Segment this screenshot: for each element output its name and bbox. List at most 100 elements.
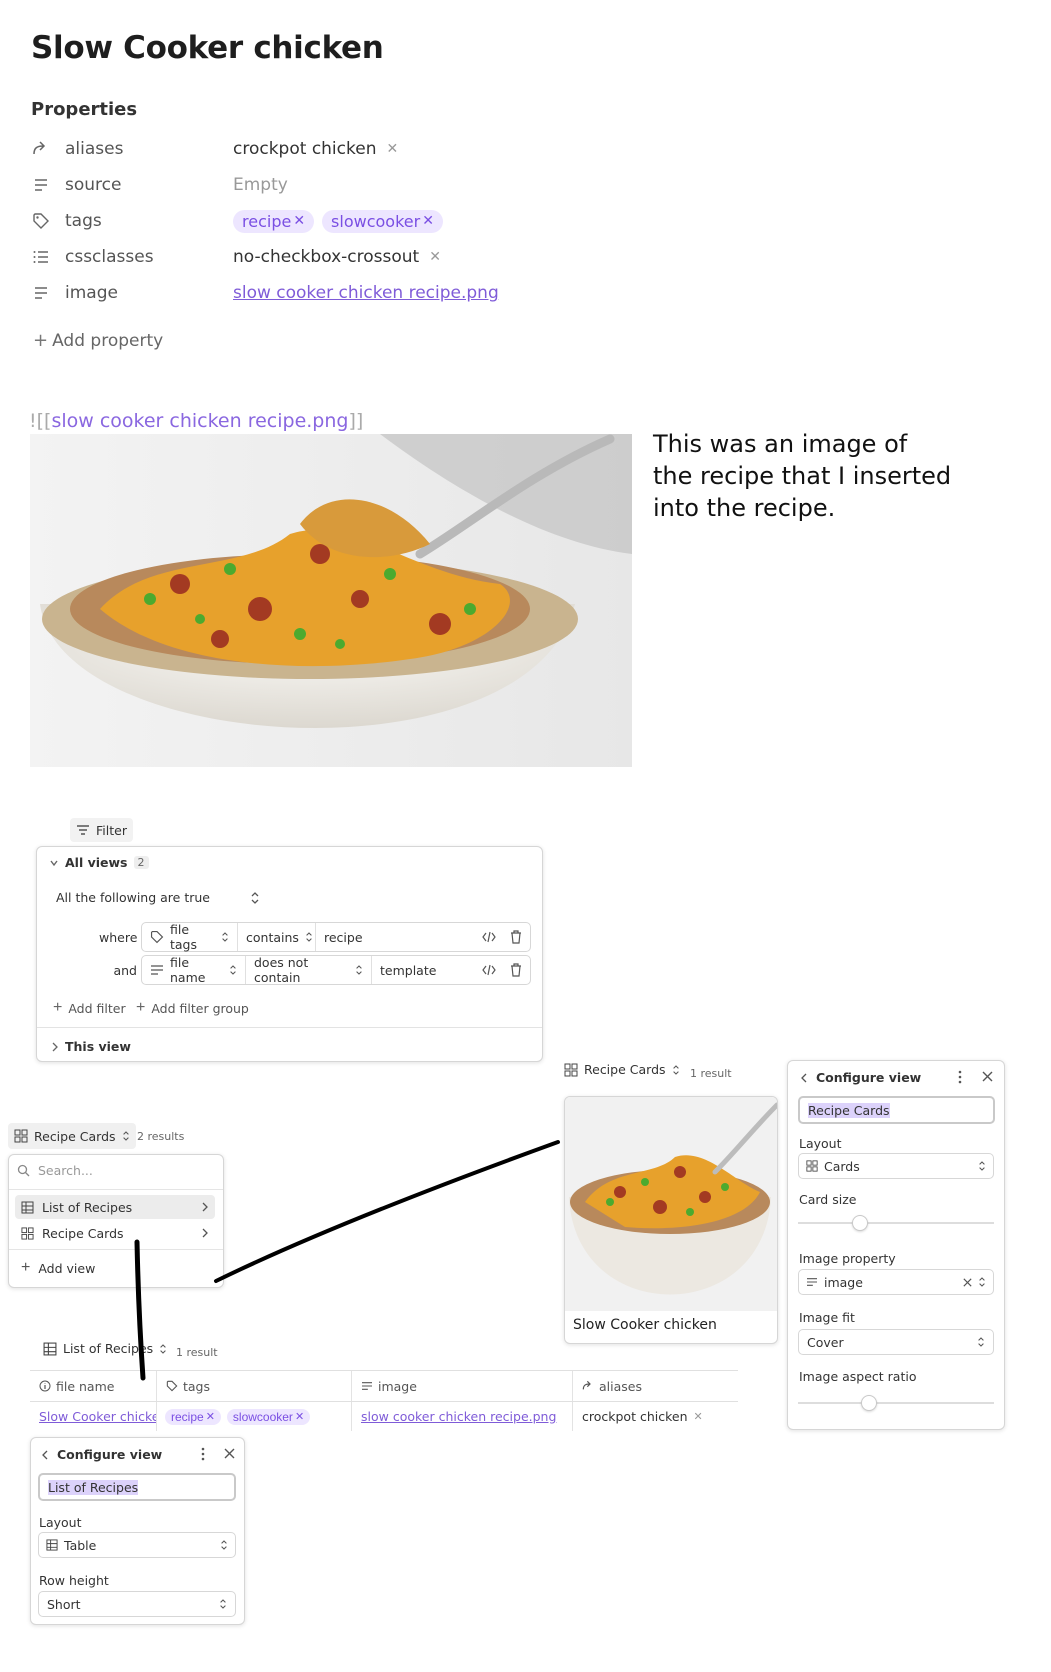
table-view-header[interactable]: List of Recipes [43, 1341, 167, 1356]
image-fit-select[interactable]: Cover [798, 1329, 994, 1355]
more-icon[interactable] [201, 1447, 205, 1461]
this-view-label: This view [65, 1039, 131, 1054]
add-filter-group-button[interactable]: + Add filter group [136, 999, 249, 1017]
property-tags[interactable]: tags recipe ✕ slowcooker ✕ [31, 208, 631, 234]
code-icon[interactable] [482, 931, 496, 943]
property-key: tags [65, 211, 102, 231]
plus-icon: + [136, 999, 146, 1016]
alias-value[interactable]: crockpot chicken [582, 1409, 688, 1424]
plus-icon: + [53, 999, 63, 1016]
rule-operator: does not contain [254, 955, 309, 985]
view-item-recipe-cards[interactable]: Recipe Cards [15, 1221, 215, 1245]
column-header[interactable]: image [352, 1371, 573, 1401]
this-view-toggle[interactable]: This view [51, 1039, 131, 1054]
row-height-select[interactable]: Short [38, 1591, 236, 1617]
column-header[interactable]: tags [157, 1371, 352, 1401]
card-size-slider[interactable] [798, 1213, 994, 1233]
remove-icon[interactable]: ✕ [386, 141, 398, 157]
tag-pill[interactable]: recipe ✕ [233, 209, 315, 233]
image-link[interactable]: slow cooker chicken recipe.png [361, 1409, 556, 1424]
rule-field-select[interactable]: file tags [142, 922, 238, 952]
tag-pill[interactable]: slowcooker ✕ [226, 1408, 311, 1425]
tag-pill[interactable]: slowcooker ✕ [322, 209, 443, 233]
view-name-input[interactable]: Recipe Cards [798, 1096, 995, 1124]
rule-operator-select[interactable]: does not contain [246, 955, 372, 985]
back-button[interactable]: Configure view [800, 1070, 921, 1085]
all-views-toggle[interactable]: All views 2 [49, 855, 149, 870]
trash-icon[interactable] [510, 963, 522, 977]
embed-prefix: ![[ [29, 410, 52, 432]
property-source[interactable]: source Empty [31, 172, 631, 198]
layout-select[interactable]: Cards [798, 1153, 994, 1179]
tag-pill[interactable]: recipe ✕ [165, 1408, 221, 1425]
recipe-image [30, 434, 632, 767]
column-header[interactable]: file name [30, 1371, 157, 1401]
code-icon[interactable] [482, 964, 496, 976]
slider-knob[interactable] [861, 1395, 877, 1411]
updown-chevron-icon [229, 964, 237, 976]
chevron-down-icon [49, 858, 59, 868]
image-fit-label: Image fit [799, 1310, 855, 1325]
cards-view-header[interactable]: Recipe Cards [564, 1062, 680, 1077]
column-label: aliases [599, 1378, 642, 1394]
tag-label: slowcooker [232, 1409, 293, 1424]
column-label: image [378, 1378, 417, 1394]
view-name-value: List of Recipes [48, 1479, 139, 1495]
add-filter-button[interactable]: + Add filter [53, 999, 126, 1017]
recipe-card[interactable]: Slow Cooker chicken [564, 1096, 778, 1344]
remove-icon[interactable]: ✕ [295, 1410, 304, 1423]
property-aliases[interactable]: aliases crockpot chicken ✕ [31, 136, 631, 162]
image-property-select[interactable]: image [798, 1269, 994, 1295]
trash-icon[interactable] [510, 930, 522, 944]
updown-chevron-icon [219, 1598, 227, 1610]
file-name-link[interactable]: Slow Cooker chicken [39, 1409, 156, 1424]
info-icon [39, 1380, 51, 1392]
clear-icon[interactable] [963, 1277, 972, 1287]
property-image[interactable]: image slow cooker chicken recipe.png [31, 280, 631, 306]
rule-operator-select[interactable]: contains [238, 923, 316, 951]
layout-select[interactable]: Table [38, 1532, 236, 1558]
rule-value-input[interactable]: recipe [316, 923, 474, 951]
alias-icon [582, 1380, 594, 1392]
updown-chevron-icon [355, 964, 363, 976]
slider-knob[interactable] [852, 1215, 868, 1231]
layout-label: Layout [799, 1136, 842, 1151]
property-value-empty[interactable]: Empty [233, 175, 288, 195]
rule-field-select[interactable]: file name [142, 955, 246, 985]
image-link[interactable]: slow cooker chicken recipe.png [233, 283, 499, 303]
column-header[interactable]: aliases [573, 1371, 738, 1401]
remove-icon[interactable]: ✕ [206, 1410, 215, 1423]
remove-icon[interactable]: ✕ [293, 213, 305, 229]
configure-view-panel-table: Configure view List of Recipes Layout Ta… [30, 1437, 245, 1625]
remove-icon[interactable]: ✕ [694, 1410, 703, 1423]
panel-title: Configure view [57, 1447, 163, 1462]
layout-value: Cards [824, 1158, 860, 1174]
alias-icon [31, 139, 51, 159]
more-icon[interactable] [958, 1070, 962, 1084]
view-search-input[interactable]: Search... [17, 1163, 93, 1178]
remove-icon[interactable]: ✕ [429, 249, 441, 265]
view-item-list-of-recipes[interactable]: List of Recipes [15, 1195, 215, 1219]
view-name-input[interactable]: List of Recipes [38, 1473, 236, 1501]
row-height-label: Row height [39, 1573, 109, 1588]
back-button[interactable]: Configure view [41, 1447, 162, 1462]
updown-chevron-icon [978, 1160, 986, 1172]
image-embed-syntax[interactable]: ![[slow cooker chicken recipe.png]] [29, 410, 363, 432]
property-cssclasses[interactable]: cssclasses no-checkbox-crossout ✕ [31, 244, 631, 270]
view-switcher-button[interactable]: Recipe Cards [8, 1123, 136, 1149]
add-view-button[interactable]: + Add view [21, 1259, 95, 1277]
filter-button[interactable]: Filter [70, 818, 133, 842]
property-value[interactable]: no-checkbox-crossout [233, 247, 419, 267]
rule-value-input[interactable]: template [372, 956, 474, 984]
filter-rule: file tags contains recipe [141, 922, 531, 952]
close-icon[interactable] [982, 1071, 993, 1082]
aspect-ratio-label: Image aspect ratio [799, 1369, 917, 1384]
table-icon [46, 1539, 58, 1551]
remove-icon[interactable]: ✕ [422, 213, 434, 229]
close-icon[interactable] [224, 1448, 235, 1459]
property-value[interactable]: crockpot chicken [233, 139, 376, 159]
add-property-button[interactable]: + Add property [33, 330, 163, 351]
add-property-label: Add property [52, 331, 164, 351]
condition-select[interactable]: All the following are true [56, 890, 260, 905]
aspect-ratio-slider[interactable] [798, 1393, 994, 1413]
